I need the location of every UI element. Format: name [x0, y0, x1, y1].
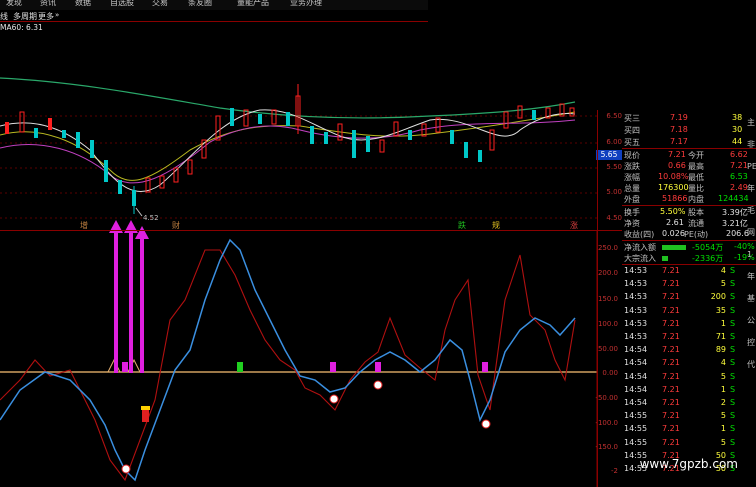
candles [5, 84, 575, 214]
order-book-row: 买五 7.17 44 [624, 137, 743, 147]
divider [0, 230, 622, 231]
tick-row: 14:55 7.21 5 S [624, 437, 736, 447]
order-book-row: 买四 7.18 30 [624, 125, 743, 135]
stat-row: 总量 176300 量比 2.49 [624, 183, 748, 193]
tick-row: 14:55 7.21 5 S [624, 411, 736, 421]
tick-row: 14:55 7.21 1 S [624, 424, 736, 434]
circle-marker [373, 380, 383, 390]
osc-blue-line [0, 238, 576, 482]
stat-row: 外盘 51866 内盘 124434 [624, 194, 749, 204]
bottom-marker [142, 408, 149, 422]
tick-row: 14:53 7.21 4 S [624, 266, 736, 275]
fund-row: 换手 5.50% 股本 3.39亿 [624, 207, 748, 217]
watermark: www.7gpzb.com [639, 457, 738, 471]
fund-row: 净资 2.61 流通 3.21亿 [624, 218, 748, 228]
price-tick: 5.50 [606, 163, 622, 171]
tick-row: 14:53 7.21 1 S [624, 318, 736, 328]
circle-marker [121, 464, 131, 474]
flow-row: 净流入额 -5054万 -40% [624, 242, 755, 252]
price-tick: 4.50 [606, 214, 622, 222]
signal-bar [375, 362, 381, 372]
signal-bar [122, 362, 128, 372]
osc-red-line [0, 249, 576, 482]
tick-row: 14:54 7.21 5 S [624, 371, 736, 381]
tick-row: 14:54 7.21 89 S [624, 345, 736, 355]
edge-labels: 主 非 PE 年 毛 网 1年 基 公 控 代 [747, 118, 756, 369]
signal-bar [330, 362, 336, 372]
flow-row: 大宗流入 -2336万 -19% [624, 253, 755, 263]
signal-bar [482, 362, 488, 372]
order-book-row: 买三 7.19 38 [624, 113, 743, 123]
tick-row: 14:53 7.21 5 S [624, 279, 736, 289]
ma60-line [0, 77, 576, 119]
signal-bar [237, 362, 243, 372]
tick-row: 14:53 7.21 35 S [624, 305, 736, 315]
circle-marker [481, 419, 491, 429]
current-price-box: 5.65 [596, 150, 622, 160]
divider [597, 110, 598, 487]
tick-row: 14:53 7.21 200 S [624, 292, 736, 302]
stat-row: 涨幅 10.08% 最低 6.53 [624, 172, 748, 182]
tick-row: 14:53 7.21 71 S [624, 332, 736, 341]
quote-panel: 买三 7.19 38 买四 7.18 30 买五 7.17 44 现价 7.21… [622, 110, 756, 487]
tick-row: 14:54 7.21 2 S [624, 398, 736, 407]
tick-row: 14:54 7.21 1 S [624, 384, 736, 394]
stat-row: 涨跌 0.66 最高 7.21 [624, 161, 748, 171]
price-tick: 6.00 [606, 138, 622, 146]
price-tick: 5.00 [606, 188, 622, 196]
tick-row: 14:54 7.21 4 S [624, 358, 736, 368]
price-tick: 6.50 [606, 112, 622, 120]
arrow-up-icon [109, 220, 149, 373]
low-price-label: 4.52 [143, 214, 159, 222]
fund-row: 收益(四) 0.026 PE(动) 206.6 [624, 229, 749, 239]
stat-row: 现价 7.21 今开 6.62 [624, 150, 748, 160]
circle-marker [329, 394, 339, 404]
